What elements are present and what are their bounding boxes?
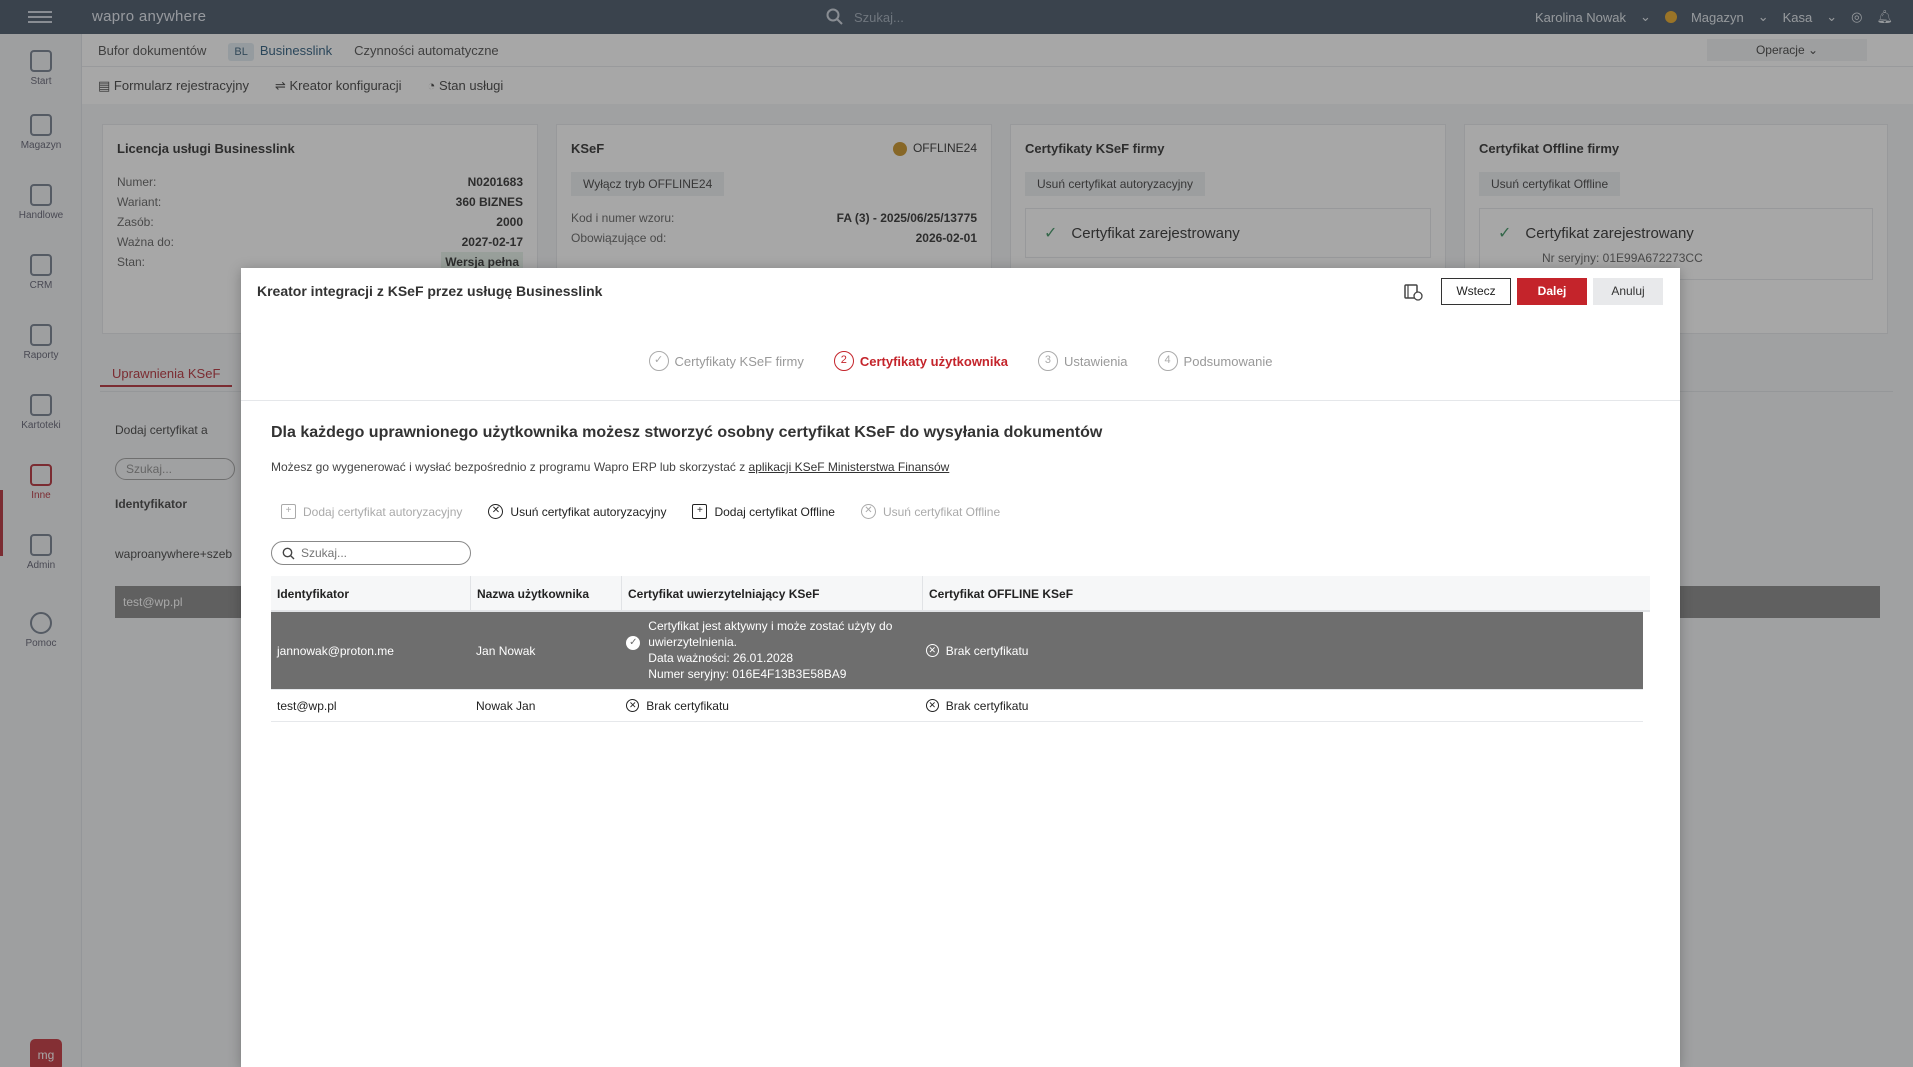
step-summary[interactable]: 4 Podsumowanie <box>1157 351 1273 371</box>
add-offline-cert-button[interactable]: + Dodaj certyfikat Offline <box>692 504 835 519</box>
cell-offline-cert: ✕ Brak certyfikatu <box>920 690 1643 721</box>
remove-auth-cert-button[interactable]: ✕ Usuń certyfikat autoryzacyjny <box>488 504 666 519</box>
step-company-certs[interactable]: ✓ Certyfikaty KSeF firmy <box>648 351 804 371</box>
check-circle-icon: ✓ <box>626 636 641 650</box>
cert-serial-line: Numer seryjny: 016E4F13B3E58BA9 <box>648 667 847 681</box>
dialog-title: Kreator integracji z KSeF przez usługę B… <box>257 283 603 299</box>
search-icon <box>282 547 295 559</box>
cell-username: Jan Nowak <box>476 643 536 658</box>
cell-text: Brak certyfikatu <box>945 698 1029 713</box>
table-row[interactable]: test@wp.pl Nowak Jan ✕ Brak certyfikatu ✕… <box>271 690 1643 722</box>
cell-auth-cert: ✕ Brak certyfikatu <box>620 690 919 721</box>
section-description: Możesz go wygenerować i wysłać bezpośred… <box>271 460 949 474</box>
close-circle-icon: ✕ <box>488 504 504 519</box>
step-label: Certyfikaty KSeF firmy <box>674 353 804 369</box>
step-user-certs[interactable]: 2 Certyfikaty użytkownika <box>833 351 1008 371</box>
user-search[interactable] <box>271 541 471 565</box>
add-auth-cert-button[interactable]: + Dodaj certyfikat autoryzacyjny <box>281 504 462 519</box>
cell-auth-cert: ✓ Certyfikat jest aktywny i może zostać … <box>620 612 919 689</box>
close-circle-icon: ✕ <box>925 644 939 657</box>
toolbar-label: Usuń certyfikat autoryzacyjny <box>510 504 667 519</box>
cell-username: Nowak Jan <box>476 698 536 713</box>
add-cert-icon: + <box>281 504 296 519</box>
cert-toolbar: + Dodaj certyfikat autoryzacyjny ✕ Usuń ce… <box>281 504 1000 519</box>
help-book-icon[interactable] <box>1403 283 1423 301</box>
step-number: 2 <box>833 351 854 371</box>
step-number: 4 <box>1157 351 1178 371</box>
cert-status-line: Certyfikat jest aktywny i może zostać uż… <box>648 619 893 649</box>
cancel-button[interactable]: Anuluj <box>1593 278 1663 305</box>
ksef-app-link[interactable]: aplikacji KSeF Ministerstwa Finansów <box>749 460 950 474</box>
table-header: Identyfikator Nazwa użytkownika Certyfik… <box>271 576 1650 612</box>
step-label: Certyfikaty użytkownika <box>859 353 1008 369</box>
toolbar-label: Usuń certyfikat Offline <box>882 504 1001 519</box>
section-heading: Dla każdego uprawnionego użytkownika moż… <box>271 424 1103 441</box>
cert-details: Certyfikat jest aktywny i może zostać uż… <box>648 618 913 682</box>
col-identifier[interactable]: Identyfikator <box>271 576 471 610</box>
cell-identifier: jannowak@proton.me <box>277 643 394 658</box>
step-label: Ustawienia <box>1063 353 1128 369</box>
back-button[interactable]: Wstecz <box>1441 278 1511 305</box>
check-icon: ✓ <box>648 351 669 371</box>
col-username[interactable]: Nazwa użytkownika <box>471 576 622 610</box>
col-offline-cert[interactable]: Certyfikat OFFLINE KSeF <box>923 576 1650 610</box>
step-number: 3 <box>1037 351 1058 371</box>
add-cert-icon: + <box>692 504 708 519</box>
remove-offline-cert-button[interactable]: ✕ Usuń certyfikat Offline <box>860 504 1001 519</box>
cell-identifier: test@wp.pl <box>277 698 337 713</box>
divider <box>241 400 1680 401</box>
close-circle-icon: ✕ <box>860 504 876 519</box>
step-label: Podsumowanie <box>1183 353 1273 369</box>
next-button[interactable]: Dalej <box>1517 278 1587 305</box>
table-row[interactable]: jannowak@proton.me Jan Nowak ✓ Certyfika… <box>271 612 1643 690</box>
toolbar-label: Dodaj certyfikat Offline <box>714 504 835 519</box>
cell-text: Brak certyfikatu <box>945 643 1029 658</box>
col-auth-cert[interactable]: Certyfikat uwierzytelniający KSeF <box>622 576 923 610</box>
step-settings[interactable]: 3 Ustawienia <box>1037 351 1128 371</box>
close-circle-icon: ✕ <box>626 699 640 712</box>
close-circle-icon: ✕ <box>925 699 939 712</box>
wizard-steps: ✓ Certyfikaty KSeF firmy 2 Certyfikaty uży… <box>241 350 1680 372</box>
ksef-wizard-dialog: Kreator integracji z KSeF przez usługę B… <box>241 268 1680 1067</box>
toolbar-label: Dodaj certyfikat autoryzacyjny <box>303 504 463 519</box>
cell-text: Brak certyfikatu <box>646 698 729 713</box>
cert-expiry-line: Data ważności: 26.01.2028 <box>648 651 794 665</box>
user-certs-table: Identyfikator Nazwa użytkownika Certyfik… <box>271 576 1650 722</box>
description-text: Możesz go wygenerować i wysłać bezpośred… <box>271 460 749 474</box>
user-search-input[interactable] <box>301 546 461 560</box>
cell-offline-cert: ✕ Brak certyfikatu <box>920 612 1643 689</box>
